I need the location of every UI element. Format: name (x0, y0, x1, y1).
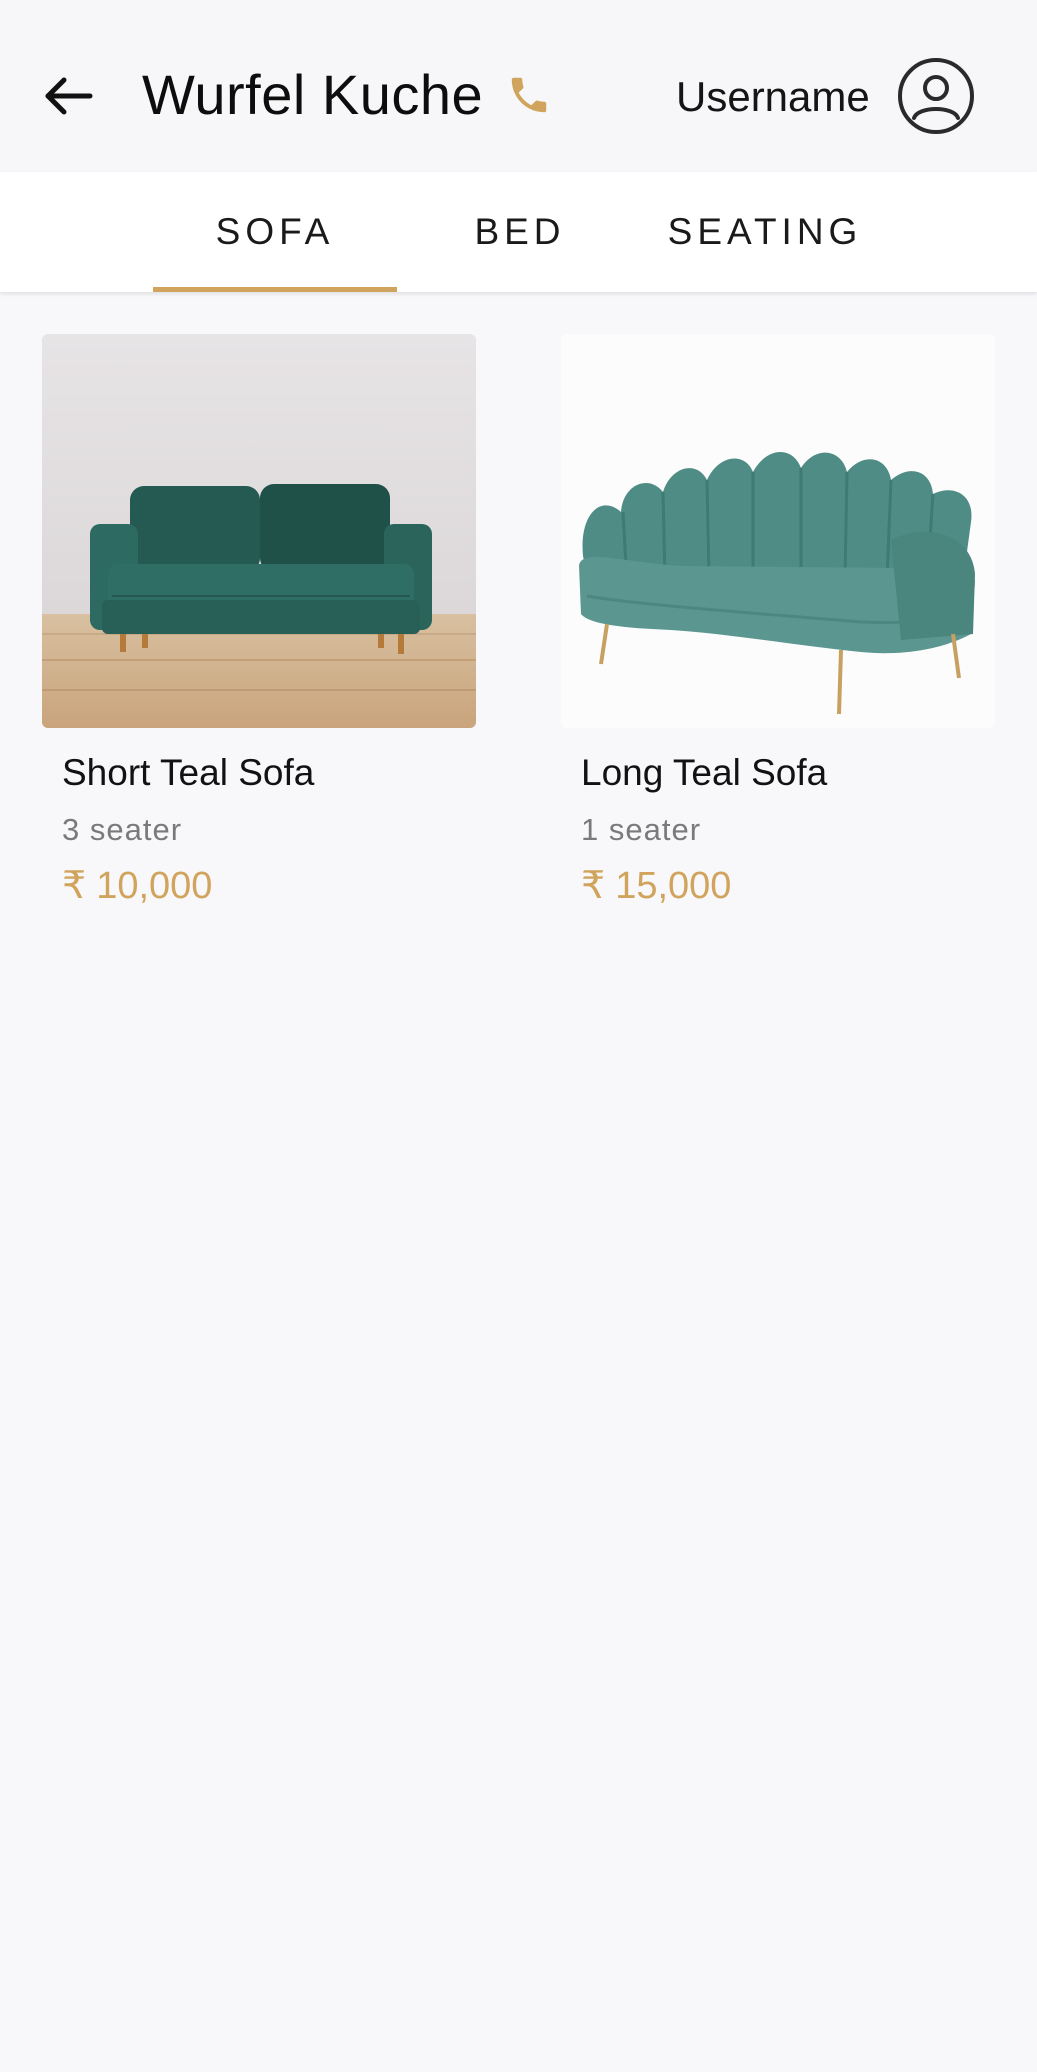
product-image (561, 334, 995, 728)
active-tab-indicator (153, 287, 397, 292)
back-button[interactable] (40, 68, 96, 124)
product-name: Short Teal Sofa (62, 752, 315, 793)
currency-symbol: ₹ (62, 865, 87, 907)
tab-sofa[interactable]: SOFA (153, 172, 397, 292)
price-value: 10,000 (96, 865, 213, 907)
product-price: ₹15,000 (581, 862, 731, 910)
phone-icon (511, 77, 547, 113)
profile-button[interactable] (896, 56, 976, 136)
category-tabs: SOFA BED SEATING (0, 172, 1037, 292)
product-image (42, 334, 476, 728)
price-value: 15,000 (615, 865, 732, 907)
page-title: Wurfel Kuche (142, 63, 484, 126)
sofa-photo (42, 334, 476, 728)
arrow-left-icon (45, 77, 93, 115)
product-card[interactable]: Short Teal Sofa 3 seater ₹10,000 (42, 334, 476, 907)
app-header: Wurfel Kuche Username (0, 0, 1037, 172)
product-card[interactable]: Long Teal Sofa 1 seater ₹15,000 (561, 334, 995, 907)
tab-seating[interactable]: SEATING (640, 172, 890, 292)
user-circle-icon (898, 58, 974, 134)
product-subtitle: 3 seater (62, 812, 183, 847)
sofa-photo (561, 334, 995, 728)
currency-symbol: ₹ (581, 865, 606, 907)
product-subtitle: 1 seater (581, 812, 702, 847)
product-name: Long Teal Sofa (581, 752, 828, 793)
call-button[interactable] (506, 72, 552, 118)
tab-bed[interactable]: BED (420, 172, 620, 292)
username-label[interactable]: Username (676, 70, 870, 124)
product-price: ₹10,000 (62, 862, 212, 910)
